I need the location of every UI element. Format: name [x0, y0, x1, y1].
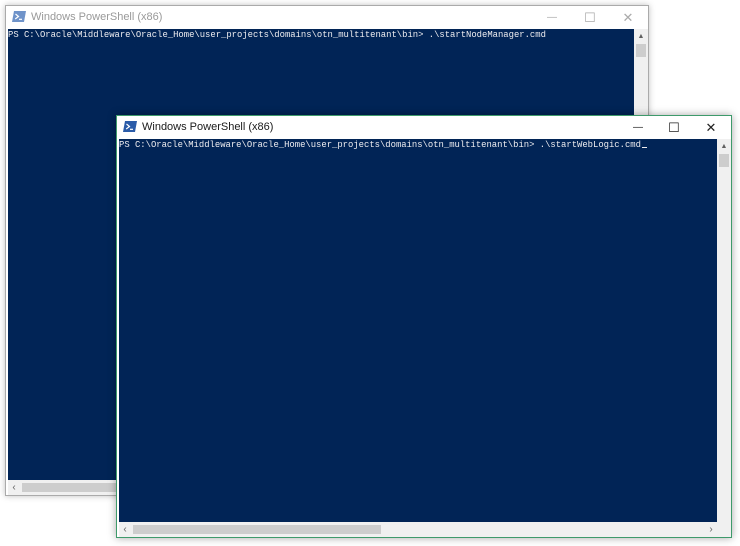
command-line: PS C:\Oracle\Middleware\Oracle_Home\user…: [8, 30, 546, 40]
vertical-scrollbar[interactable]: ▲: [717, 139, 731, 522]
title-bar[interactable]: Windows PowerShell (x86) — ☐ ✕: [117, 116, 731, 139]
scrollbar-corner: [717, 522, 731, 537]
vertical-scroll-thumb[interactable]: [719, 154, 729, 167]
maximize-button[interactable]: ☐: [572, 6, 608, 29]
horizontal-scroll-thumb[interactable]: [22, 483, 122, 492]
powershell-icon: [12, 11, 26, 22]
scroll-left-icon[interactable]: ‹: [8, 480, 20, 495]
powershell-window-weblogic[interactable]: Windows PowerShell (x86) — ☐ ✕ PS C:\Ora…: [116, 115, 732, 538]
console-area[interactable]: PS C:\Oracle\Middleware\Oracle_Home\user…: [119, 139, 717, 522]
close-icon: ✕: [622, 10, 634, 25]
horizontal-scroll-thumb[interactable]: [133, 525, 381, 534]
minimize-button[interactable]: —: [620, 116, 656, 139]
scroll-up-icon[interactable]: ▲: [634, 29, 648, 43]
minimize-icon: —: [547, 12, 557, 23]
scroll-up-icon[interactable]: ▲: [717, 139, 731, 153]
vertical-scroll-thumb[interactable]: [636, 44, 646, 57]
scroll-left-icon[interactable]: ‹: [119, 522, 131, 537]
horizontal-scrollbar[interactable]: ‹ ›: [119, 522, 717, 537]
close-icon: ✕: [705, 120, 717, 135]
window-title: Windows PowerShell (x86): [31, 11, 163, 23]
maximize-icon: ☐: [668, 120, 680, 135]
command-line: PS C:\Oracle\Middleware\Oracle_Home\user…: [119, 140, 647, 151]
close-button[interactable]: ✕: [693, 116, 729, 139]
scroll-right-icon[interactable]: ›: [705, 522, 717, 537]
close-button[interactable]: ✕: [610, 6, 646, 29]
minimize-icon: —: [633, 122, 643, 133]
title-bar[interactable]: Windows PowerShell (x86) — ☐ ✕: [6, 6, 648, 29]
command-text: PS C:\Oracle\Middleware\Oracle_Home\user…: [119, 140, 641, 150]
powershell-icon: [123, 121, 137, 132]
text-cursor: [641, 147, 647, 148]
maximize-button[interactable]: ☐: [656, 116, 692, 139]
maximize-icon: ☐: [584, 10, 596, 25]
window-title: Windows PowerShell (x86): [142, 121, 274, 133]
minimize-button[interactable]: —: [534, 6, 570, 29]
